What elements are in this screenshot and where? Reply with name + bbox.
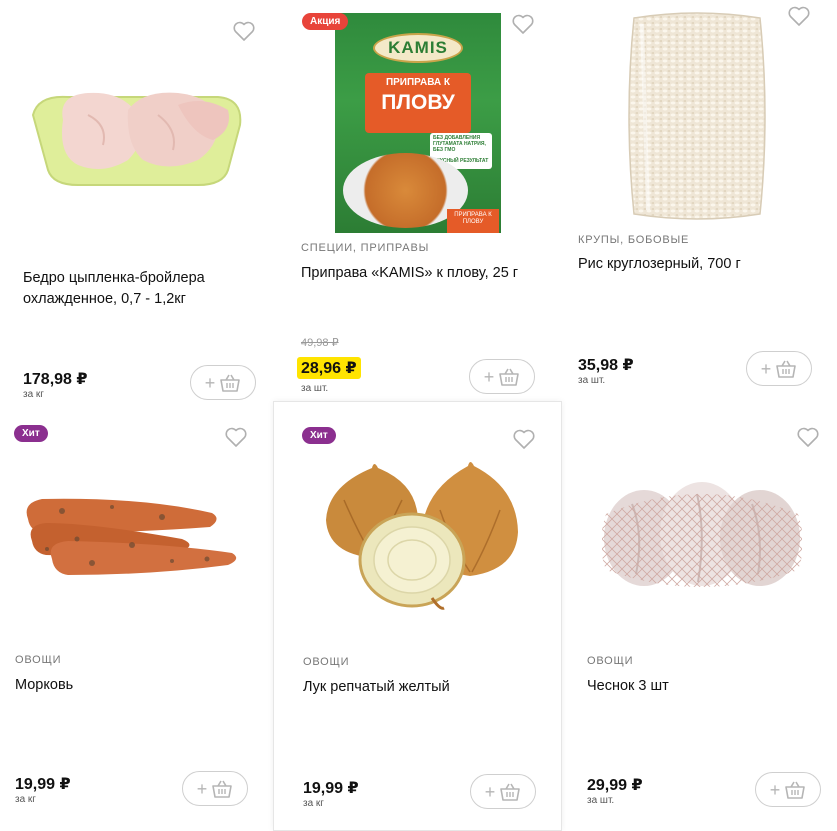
basket-icon [212,780,233,798]
product-image[interactable]: KAMIS ПРИПРАВА К ПЛОВУ БЕЗ ДОБАВЛЕНИЯ ГЛ… [335,13,501,233]
product-price: 29,99 ₽ [587,777,643,794]
pack-line1: ПРИПРАВА К [385,77,451,88]
basket-icon [499,368,520,386]
add-to-cart-button[interactable]: + [755,772,821,807]
product-image[interactable] [28,75,248,195]
price-unit: за шт. [578,375,606,386]
product-card[interactable]: КРУПЫ, БОБОВЫЕ Рис круглозерный, 700 г 3… [562,0,837,398]
product-image[interactable] [22,489,238,584]
plus-icon: + [204,372,216,393]
basket-icon [776,360,797,378]
product-price: 178,98 ₽ [23,371,88,388]
product-title[interactable]: Приправа «KAMIS» к плову, 25 г [301,263,541,284]
product-price: 19,99 ₽ [303,780,359,797]
sale-badge: Акция [302,13,349,30]
add-to-cart-button[interactable]: + [470,774,536,809]
plus-icon: + [769,779,781,800]
hit-badge: Хит [302,427,336,444]
product-category[interactable]: КРУПЫ, БОБОВЫЕ [578,234,689,246]
heart-outline-icon[interactable] [787,5,811,27]
add-to-cart-button[interactable]: + [746,351,812,386]
product-image[interactable] [322,460,522,615]
price-unit: за кг [23,389,44,397]
heart-outline-icon[interactable] [796,426,820,448]
price-unit: за кг [15,794,36,805]
product-price: 28,96 ₽ [297,357,361,379]
plus-icon: + [196,778,208,799]
product-category[interactable]: СПЕЦИИ, ПРИПРАВЫ [301,242,429,254]
product-card[interactable]: Бедро цыпленка-бройлера охлажденное, 0,7… [0,0,276,400]
plus-icon: + [483,366,495,387]
product-category[interactable]: ОВОЩИ [303,656,349,668]
product-card[interactable]: ОВОЩИ Чеснок 3 шт 29,99 ₽ за шт. + [566,404,837,831]
heart-outline-icon[interactable] [512,428,536,450]
price-unit: за кг [303,798,324,809]
product-title[interactable]: Рис круглозерный, 700 г [578,254,818,275]
product-card[interactable]: Хит ОВОЩИ Лук репчатый желтый 19,99 ₽ за… [273,401,562,831]
basket-icon [500,783,521,801]
product-title[interactable]: Бедро цыпленка-бройлера охлажденное, 0,7… [23,268,243,310]
product-image[interactable] [622,10,772,222]
product-image[interactable] [602,474,802,596]
pack-line2: ПЛОВУ [381,91,455,114]
price-unit: за шт. [587,795,615,806]
old-price: 49,98 ₽ [301,337,339,349]
add-to-cart-button[interactable]: + [182,771,248,806]
plus-icon: + [484,781,496,802]
product-price: 35,98 ₽ [578,357,634,374]
product-title[interactable]: Лук репчатый желтый [303,677,543,698]
plus-icon: + [760,358,772,379]
product-category[interactable]: ОВОЩИ [15,654,61,666]
heart-outline-icon[interactable] [224,426,248,448]
product-title[interactable]: Морковь [15,675,245,696]
heart-outline-icon[interactable] [511,13,535,35]
product-title[interactable]: Чеснок 3 шт [587,676,817,697]
product-price: 19,99 ₽ [15,776,71,793]
product-card[interactable]: Хит ОВОЩИ Морковь 19,99 ₽ за кг + [0,404,270,831]
brand-logo: KAMIS [373,33,463,63]
add-to-cart-button[interactable]: + [190,365,256,400]
product-card[interactable]: KAMIS ПРИПРАВА К ПЛОВУ БЕЗ ДОБАВЛЕНИЯ ГЛ… [278,0,560,398]
hit-badge: Хит [14,425,48,442]
price-unit: за шт. [301,383,329,394]
product-category[interactable]: ОВОЩИ [587,655,633,667]
heart-outline-icon[interactable] [232,20,256,42]
add-to-cart-button[interactable]: + [469,359,535,394]
basket-icon [220,374,241,392]
basket-icon [785,781,806,799]
